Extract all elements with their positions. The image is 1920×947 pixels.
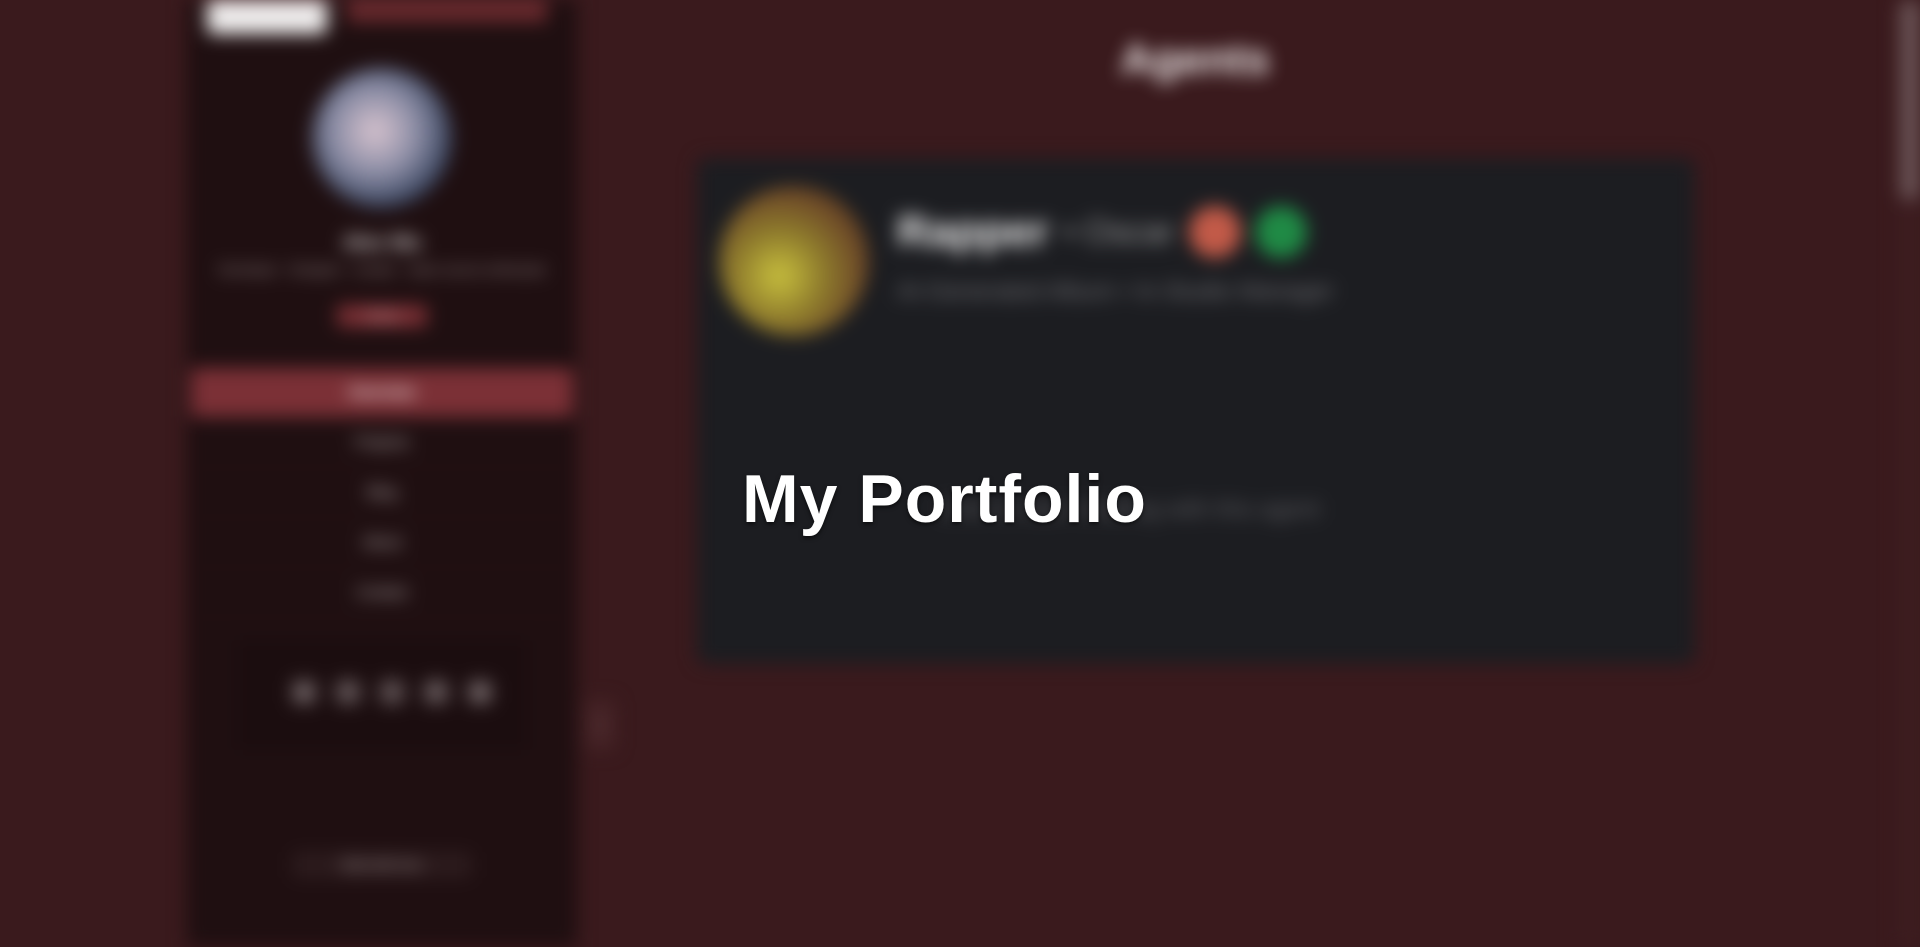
twitter-icon[interactable]: ✦ [336, 680, 360, 704]
status-dot-red-icon [1188, 206, 1241, 258]
sidebar-top-button[interactable] [207, 0, 327, 34]
sidebar-nav: Overview Projects Blog About Contact [187, 368, 577, 618]
sidebar: Alex Wu Developer · Designer · Creator ·… [187, 0, 577, 947]
email-icon[interactable]: ✉ [424, 680, 448, 704]
status-badge: Online [337, 305, 427, 327]
profile-name: Alex Wu [342, 232, 422, 254]
profile-tagline: Developer · Designer · Creator · Open so… [218, 262, 546, 277]
agent-name: Rapper [897, 207, 1049, 256]
social-links-panel: ◆ ✦ ▪ ✉ ◉ [237, 640, 527, 750]
agent-avatar [719, 186, 869, 336]
sidebar-collapse-button[interactable]: ‹ [585, 700, 615, 750]
sidebar-item-contact[interactable]: Contact [187, 568, 577, 618]
sidebar-item-projects[interactable]: Projects [187, 418, 577, 468]
rss-icon[interactable]: ◉ [468, 680, 492, 704]
sidebar-item-overview[interactable]: Overview [191, 368, 573, 418]
agent-name-row: Rapper • Oscar [897, 206, 1307, 258]
status-dot-green-icon [1254, 206, 1307, 258]
sidebar-top-strip [347, 0, 547, 22]
scrollbar-thumb[interactable] [1900, 0, 1920, 200]
github-icon[interactable]: ◆ [292, 680, 316, 704]
page-title: Agents [1120, 35, 1270, 84]
linkedin-icon[interactable]: ▪ [380, 680, 404, 704]
agent-card[interactable]: Rapper • Oscar AI-Generated Album • In-S… [697, 158, 1695, 664]
avatar [312, 68, 452, 208]
agent-handle: • Oscar [1062, 212, 1175, 251]
social-links: ◆ ✦ ▪ ✉ ◉ [292, 680, 492, 704]
agent-bio: AI-Generated Album • In-Studio Manager [897, 278, 1334, 305]
sidebar-item-about[interactable]: About [187, 518, 577, 568]
sidebar-footer: Built with love [292, 852, 472, 878]
overlay-title: My Portfolio [742, 461, 1147, 537]
sidebar-item-blog[interactable]: Blog [187, 468, 577, 518]
